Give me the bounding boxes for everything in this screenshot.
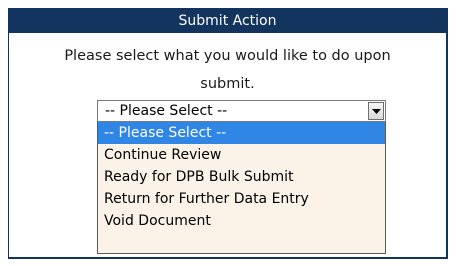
prompt-line-2: submit.	[200, 76, 255, 92]
option-ready-for-dpb-bulk-submit[interactable]: Ready for DPB Bulk Submit	[98, 166, 385, 188]
submit-action-dialog: Submit Action Please select what you wou…	[8, 8, 448, 259]
option-return-for-further-data-entry[interactable]: Return for Further Data Entry	[98, 188, 385, 210]
dropdown-button[interactable]	[368, 102, 384, 120]
option-void-document[interactable]: Void Document	[98, 210, 385, 232]
option-please-select[interactable]: -- Please Select --	[98, 122, 385, 144]
select-options-list: -- Please Select -- Continue Review Read…	[97, 122, 386, 254]
prompt-text: Please select what you would like to do …	[9, 42, 446, 98]
submit-action-select[interactable]: -- Please Select --	[97, 100, 386, 122]
chevron-down-icon	[372, 109, 381, 114]
option-continue-review[interactable]: Continue Review	[98, 144, 385, 166]
dialog-title: Submit Action	[9, 9, 446, 33]
prompt-line-1: Please select what you would like to do …	[64, 48, 391, 64]
select-current-value: -- Please Select --	[105, 103, 228, 119]
